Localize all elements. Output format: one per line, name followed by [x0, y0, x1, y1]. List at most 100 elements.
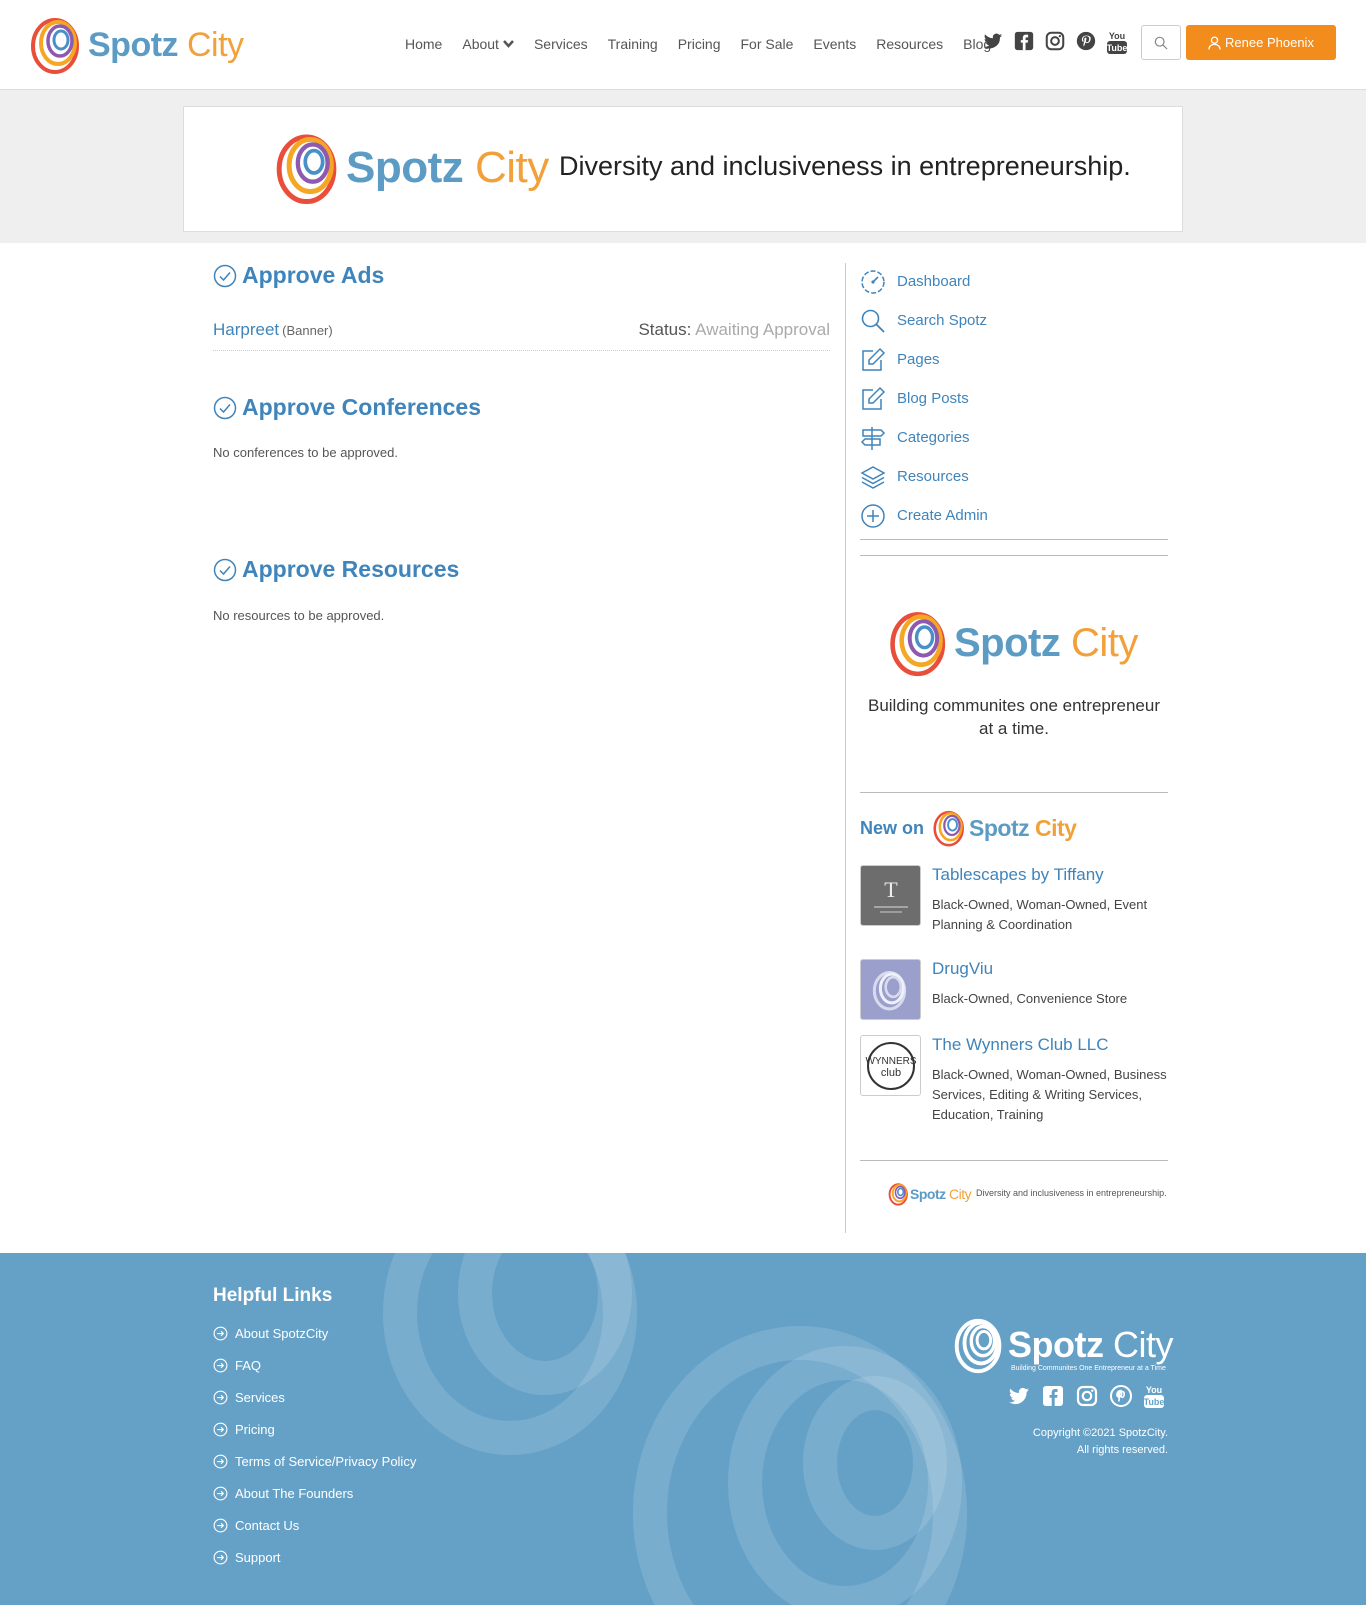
- chevron-down-icon: [503, 40, 514, 48]
- facebook-icon[interactable]: [1013, 30, 1035, 61]
- nav-resources[interactable]: Resources: [876, 36, 943, 52]
- business-thumbnail: [860, 959, 921, 1020]
- pinterest-icon[interactable]: [1075, 30, 1097, 61]
- sidebar-item-create-admin[interactable]: Create Admin: [860, 496, 1168, 535]
- new-business-item[interactable]: WYNNERS club The Wynners Club LLC Black-O…: [860, 1035, 1168, 1125]
- svg-text:You: You: [1146, 1385, 1162, 1395]
- nav-about[interactable]: About: [462, 36, 514, 52]
- instagram-icon[interactable]: [1075, 1384, 1099, 1415]
- user-account-button[interactable]: Renee Phoenix: [1186, 25, 1336, 60]
- footer-link-contact[interactable]: Contact Us: [213, 1509, 416, 1541]
- sidebar-item-blog-posts[interactable]: Blog Posts: [860, 379, 1168, 418]
- business-name[interactable]: DrugViu: [932, 959, 993, 979]
- user-icon: [1208, 36, 1221, 50]
- footer-link-about[interactable]: About SpotzCity: [213, 1317, 416, 1349]
- layers-icon: [860, 465, 886, 489]
- check-circle-icon: [213, 264, 237, 287]
- site-logo[interactable]: Spotz City: [29, 12, 244, 78]
- business-thumbnail: WYNNERS club: [860, 1035, 921, 1096]
- edit-icon: [862, 347, 886, 371]
- nav-training[interactable]: Training: [608, 36, 658, 52]
- arrow-circle-right-icon: [213, 1326, 228, 1340]
- new-on-logo: Spotz City: [932, 807, 1077, 849]
- footer-link-terms[interactable]: Terms of Service/Privacy Policy: [213, 1445, 416, 1477]
- nav-for-sale[interactable]: For Sale: [741, 36, 794, 52]
- logo-wordmark: Spotz City: [1008, 1324, 1174, 1365]
- spotz-logo-mark-icon: [933, 810, 965, 847]
- ad-name-link[interactable]: Harpreet: [213, 320, 279, 339]
- header-socials: You Tube: [982, 30, 1128, 61]
- search-button[interactable]: [1141, 25, 1181, 60]
- business-thumbnail: T: [860, 865, 921, 926]
- svg-text:WYNNERS: WYNNERS: [865, 1056, 916, 1067]
- nav-services[interactable]: Services: [534, 36, 588, 52]
- sidebar-divider: [845, 263, 846, 1233]
- logo-wordmark: Spotz City: [346, 143, 549, 192]
- sidebar-item-resources[interactable]: Resources: [860, 457, 1168, 496]
- sidebar-item-dashboard[interactable]: Dashboard: [860, 262, 1168, 301]
- business-tags: Black-Owned, Woman-Owned, Business Servi…: [932, 1067, 1167, 1122]
- search-icon: [861, 309, 885, 333]
- footer-heading: Helpful Links: [213, 1285, 333, 1306]
- pinterest-icon[interactable]: [1109, 1384, 1133, 1415]
- logo-wordmark: Spotz City: [954, 620, 1138, 665]
- arrow-circle-right-icon: [213, 1518, 228, 1532]
- banner-ad[interactable]: Spotz City Diversity and inclusiveness i…: [183, 106, 1183, 232]
- twitter-icon[interactable]: [1007, 1384, 1031, 1415]
- nav-pricing[interactable]: Pricing: [678, 36, 721, 52]
- conferences-empty-note: No conferences to be approved.: [213, 445, 399, 460]
- approve-conferences-heading: Approve Conferences: [213, 394, 481, 421]
- resources-empty-note: No resources to be approved.: [213, 608, 385, 623]
- footer-link-support[interactable]: Support: [213, 1541, 416, 1573]
- banner-logo: Spotz City: [274, 127, 549, 209]
- sidebar-item-search-spotz[interactable]: Search Spotz: [860, 301, 1168, 340]
- youtube-icon[interactable]: You Tube: [1106, 30, 1128, 61]
- tablescapes-logo-icon: T: [873, 877, 908, 913]
- nav-events[interactable]: Events: [813, 36, 856, 52]
- facebook-icon[interactable]: [1041, 1384, 1065, 1415]
- business-name[interactable]: The Wynners Club LLC: [932, 1035, 1109, 1055]
- youtube-icon[interactable]: You Tube: [1143, 1384, 1165, 1415]
- new-business-item[interactable]: DrugViu Black-Owned, Convenience Store: [860, 959, 1168, 1021]
- sidebar-divider-line: [860, 792, 1168, 793]
- approve-resources-heading: Approve Resources: [213, 556, 459, 583]
- logo-wordmark: Spotz City: [910, 1186, 972, 1202]
- logo-wordmark: Spotz City: [969, 814, 1077, 841]
- svg-text:Tube: Tube: [1144, 1397, 1165, 1407]
- plus-circle-icon: [861, 503, 885, 528]
- footer-socials: You Tube: [1007, 1384, 1165, 1415]
- footer-logo-tagline: Building Communites One Entrepreneur at …: [1011, 1365, 1166, 1372]
- footer-link-faq[interactable]: FAQ: [213, 1349, 416, 1381]
- arrow-circle-right-icon: [213, 1550, 228, 1564]
- check-circle-icon: [213, 396, 237, 419]
- edit-icon: [862, 386, 886, 410]
- arrow-circle-right-icon: [213, 1422, 228, 1436]
- spotz-logo-mark-icon: [890, 612, 946, 677]
- sidebar-item-pages[interactable]: Pages: [860, 340, 1168, 379]
- svg-text:Tube: Tube: [1107, 43, 1128, 53]
- spotz-logo-mark-icon: [954, 1318, 1002, 1374]
- instagram-icon[interactable]: [1044, 30, 1066, 61]
- sidebar-mini-banner-logo[interactable]: Spotz City: [888, 1181, 972, 1207]
- new-business-item[interactable]: T Tablescapes by Tiffany Black-Owned, Wo…: [860, 865, 1168, 945]
- sidebar-divider-line: [860, 539, 1168, 540]
- footer-link-pricing[interactable]: Pricing: [213, 1413, 416, 1445]
- new-on-heading: New on Spotz City: [860, 807, 1077, 849]
- svg-text:T: T: [884, 877, 898, 902]
- spotz-logo-mark-icon: [888, 1183, 908, 1206]
- copyright: Copyright ©2021 SpotzCity. All rights re…: [1032, 1427, 1168, 1456]
- search-icon: [1154, 36, 1168, 50]
- nav-home[interactable]: Home: [405, 36, 442, 52]
- twitter-icon[interactable]: [982, 30, 1004, 61]
- approve-ads-heading: Approve Ads: [213, 262, 384, 289]
- spotz-logo-mark-icon: [276, 134, 337, 205]
- spotz-logo-mark-icon: [872, 970, 906, 1010]
- footer-link-services[interactable]: Services: [213, 1381, 416, 1413]
- logo-wordmark: Spotz City: [88, 25, 244, 64]
- dashboard-icon: [861, 269, 885, 294]
- ad-status: Status: Awaiting Approval: [638, 320, 830, 339]
- arrow-circle-right-icon: [213, 1358, 228, 1372]
- footer-link-founders[interactable]: About The Founders: [213, 1477, 416, 1509]
- business-name[interactable]: Tablescapes by Tiffany: [932, 865, 1104, 885]
- sidebar-item-categories[interactable]: Categories: [860, 418, 1168, 457]
